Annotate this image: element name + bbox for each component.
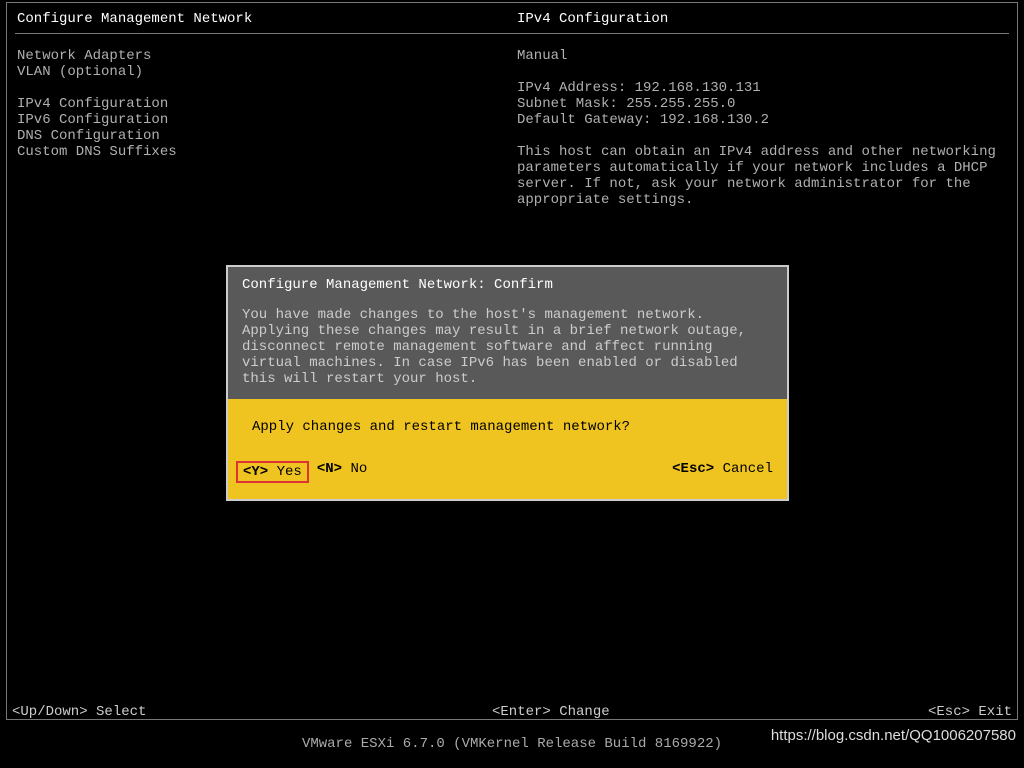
cancel-button[interactable]: <Esc> Cancel [672,461,773,477]
detail-panel: Manual IPv4 Address: 192.168.130.131 Sub… [517,48,1007,208]
menu-ipv4[interactable]: IPv4 Configuration [17,96,517,112]
no-button[interactable]: <N> No [317,461,367,483]
menu-gap [17,80,517,96]
key-hints: <Up/Down> Select <Enter> Change <Esc> Ex… [6,704,1018,720]
mask-value: 255.255.255.0 [626,96,735,112]
ip-description: This host can obtain an IPv4 address and… [517,144,1007,208]
yes-key: <Y> [243,464,268,480]
hint-enter: <Enter> Change [492,704,812,720]
dialog-body: You have made changes to the host's mana… [242,307,773,387]
mask-row: Subnet Mask: 255.255.255.0 [517,96,1007,112]
mask-label: Subnet Mask: [517,96,618,112]
dialog-question: Apply changes and restart management net… [252,419,773,435]
cancel-label: Cancel [723,461,773,477]
yes-button[interactable]: <Y> Yes [236,461,309,483]
menu-dns-suffixes[interactable]: Custom DNS Suffixes [17,144,517,160]
menu-vlan[interactable]: VLAN (optional) [17,64,517,80]
gateway-row: Default Gateway: 192.168.130.2 [517,112,1007,128]
page-title-left: Configure Management Network [17,11,517,27]
menu-ipv6[interactable]: IPv6 Configuration [17,112,517,128]
hint-esc: <Esc> Exit [812,704,1012,720]
no-key: <N> [317,461,342,477]
ipv4-value: 192.168.130.131 [635,80,761,96]
no-label: No [350,461,367,477]
confirm-dialog: Configure Management Network: Confirm Yo… [226,265,789,501]
menu-dns[interactable]: DNS Configuration [17,128,517,144]
hint-updown: <Up/Down> Select [12,704,492,720]
gateway-value: 192.168.130.2 [660,112,769,128]
yes-label: Yes [277,464,302,480]
gateway-label: Default Gateway: [517,112,651,128]
cancel-key: <Esc> [672,461,714,477]
sidebar-menu: Network Adapters VLAN (optional) IPv4 Co… [17,48,517,208]
dialog-title: Configure Management Network: Confirm [242,277,773,293]
menu-network-adapters[interactable]: Network Adapters [17,48,517,64]
ipv4-label: IPv4 Address: [517,80,626,96]
ipv4-row: IPv4 Address: 192.168.130.131 [517,80,1007,96]
watermark: https://blog.csdn.net/QQ1006207580 [771,727,1016,744]
page-title-right: IPv4 Configuration [517,11,1007,27]
ip-mode: Manual [517,48,1007,64]
